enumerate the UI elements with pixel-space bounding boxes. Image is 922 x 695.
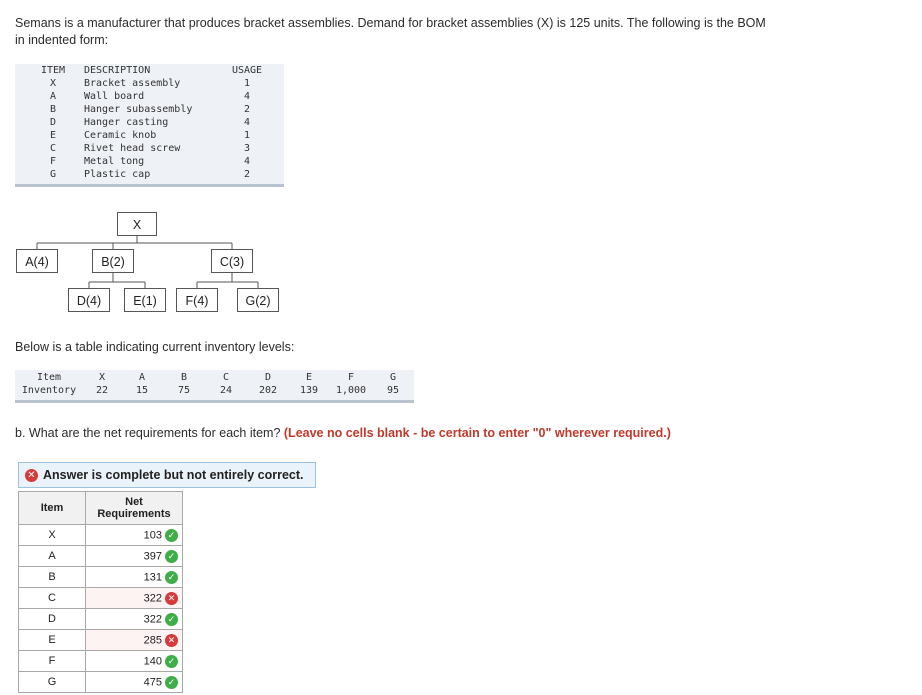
answer-status-banner: ✕ Answer is complete but not entirely co… — [18, 462, 316, 488]
answer-row: A 397 ✓ — [18, 545, 183, 567]
inventory-label-item: Item — [36, 372, 62, 383]
inventory-value: 95 — [386, 385, 400, 396]
answer-row: E 285 ✕ — [18, 629, 183, 651]
answer-item: X — [18, 524, 86, 546]
answer-item: F — [18, 650, 86, 672]
inventory-value: 1,000 — [335, 385, 367, 396]
answer-item: B — [18, 566, 86, 588]
answer-net-value[interactable]: 140 — [144, 655, 162, 667]
inventory-item: F — [347, 372, 355, 383]
x-circle-icon: ✕ — [165, 633, 178, 647]
inventory-item: A — [138, 372, 146, 383]
question-emphasis: (Leave no cells blank - be certain to en… — [283, 426, 671, 440]
answer-header-row: Item Net Requirements — [18, 491, 183, 525]
answer-net-cell[interactable]: 285 ✕ — [85, 629, 183, 651]
check-icon: ✓ — [165, 675, 178, 689]
answer-net-cell[interactable]: 322 ✓ — [85, 608, 183, 630]
inventory-value-row: Inventory 22 15 75 24 202 139 1,000 95 — [15, 384, 414, 397]
answer-net-value[interactable]: 397 — [144, 550, 162, 562]
tree-node-d: D(4) — [68, 288, 110, 312]
tree-node-x: X — [117, 212, 157, 236]
answer-net-cell[interactable]: 131 ✓ — [85, 566, 183, 588]
check-icon: ✓ — [165, 570, 178, 584]
answer-net-cell[interactable]: 103 ✓ — [85, 524, 183, 546]
header-item: Item — [18, 491, 86, 525]
banner-text: Answer is complete but not entirely corr… — [43, 468, 304, 482]
answer-net-cell[interactable]: 140 ✓ — [85, 650, 183, 672]
net-requirements-table: Item Net Requirements X 103 ✓ A 397 ✓ B 131 ✓ … — [18, 491, 183, 693]
answer-net-value[interactable]: 475 — [144, 676, 162, 688]
answer-item: A — [18, 545, 86, 567]
tree-connector-lines — [36, 236, 259, 288]
answer-net-value[interactable]: 322 — [144, 613, 162, 625]
check-icon: ✓ — [165, 549, 178, 563]
answer-net-value[interactable]: 103 — [144, 529, 162, 541]
x-circle-icon: ✕ — [25, 468, 38, 482]
inventory-item: D — [264, 372, 272, 383]
inventory-value: 75 — [177, 385, 191, 396]
inventory-item: E — [305, 372, 313, 383]
answer-item: D — [18, 608, 86, 630]
header-net-line-2: Requirements — [97, 508, 171, 520]
check-icon: ✓ — [165, 654, 178, 668]
inventory-item: C — [222, 372, 230, 383]
tree-node-f: F(4) — [176, 288, 218, 312]
inventory-value: 139 — [299, 385, 319, 396]
tree-node-a: A(4) — [16, 249, 58, 273]
inventory-item: B — [180, 372, 188, 383]
tree-node-b: B(2) — [92, 249, 134, 273]
tree-node-c: C(3) — [211, 249, 253, 273]
header-net-line-1: Net — [125, 496, 143, 508]
answer-net-cell[interactable]: 397 ✓ — [85, 545, 183, 567]
answer-item: C — [18, 587, 86, 609]
answer-net-cell[interactable]: 322 ✕ — [85, 587, 183, 609]
question-b: b. What are the net requirements for eac… — [15, 426, 671, 440]
answer-row: X 103 ✓ — [18, 524, 183, 546]
question-text: b. What are the net requirements for eac… — [15, 426, 284, 440]
inventory-value: 202 — [258, 385, 278, 396]
header-net-requirements: Net Requirements — [85, 491, 183, 525]
answer-net-value[interactable]: 322 — [144, 592, 162, 604]
tree-node-e: E(1) — [124, 288, 166, 312]
x-circle-icon: ✕ — [165, 591, 178, 605]
answer-net-value[interactable]: 285 — [144, 634, 162, 646]
answer-net-value[interactable]: 131 — [144, 571, 162, 583]
inventory-table: Item X A B C D E F G Inventory 22 15 75 … — [15, 370, 414, 403]
answer-row: C 322 ✕ — [18, 587, 183, 609]
answer-net-cell[interactable]: 475 ✓ — [85, 671, 183, 693]
check-icon: ✓ — [165, 528, 178, 542]
inventory-value: 24 — [219, 385, 233, 396]
inventory-item: G — [389, 372, 397, 383]
inventory-label-inventory: Inventory — [21, 385, 77, 396]
answer-item: E — [18, 629, 86, 651]
inventory-intro: Below is a table indicating current inve… — [15, 340, 295, 354]
tree-node-g: G(2) — [237, 288, 279, 312]
check-icon: ✓ — [165, 612, 178, 626]
inventory-item: X — [98, 372, 106, 383]
answer-item: G — [18, 671, 86, 693]
answer-row: B 131 ✓ — [18, 566, 183, 588]
inventory-value: 15 — [135, 385, 149, 396]
answer-row: D 322 ✓ — [18, 608, 183, 630]
answer-row: G 475 ✓ — [18, 671, 183, 693]
inventory-value: 22 — [95, 385, 109, 396]
inventory-item-row: Item X A B C D E F G — [15, 371, 414, 384]
answer-row: F 140 ✓ — [18, 650, 183, 672]
